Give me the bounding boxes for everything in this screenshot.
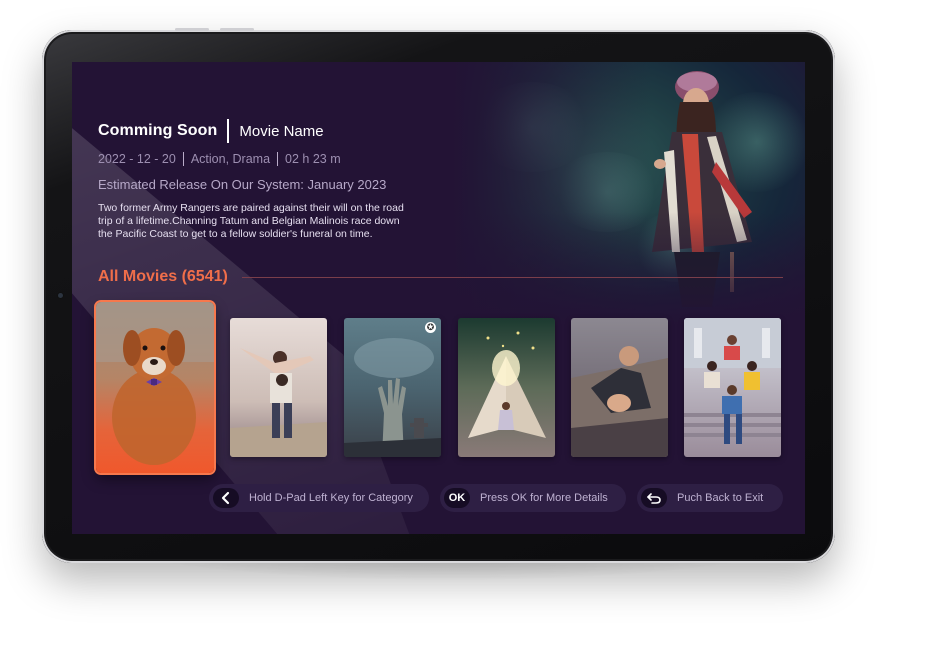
book-poster-image [458, 318, 555, 457]
volume-button-2 [220, 28, 254, 31]
couple-poster-image [230, 318, 327, 457]
climber-poster-image [571, 318, 668, 457]
poster-card-dog[interactable] [96, 302, 214, 473]
movie-description: Two former Army Rangers are paired again… [98, 202, 404, 240]
star-icon: ✪ [425, 322, 436, 333]
meta-divider [277, 152, 279, 166]
ok-key: OK [444, 488, 470, 508]
section-header: All Movies (6541) [98, 268, 783, 286]
camera-icon [58, 293, 63, 298]
poster-card-climber[interactable] [571, 318, 668, 457]
poster-card-book[interactable] [458, 318, 555, 457]
coming-soon-label: Comming Soon [98, 122, 218, 139]
estimated-release: Estimated Release On Our System: January… [98, 177, 387, 192]
hint-category: Hold D-Pad Left Key for Category [209, 484, 429, 512]
genres: Action, Drama [190, 152, 271, 166]
movie-meta-row: 2022 - 12 - 20 Action, Drama 02 h 23 m [98, 152, 341, 166]
back-arrow-icon [641, 488, 667, 508]
movie-name: Movie Name [239, 122, 324, 140]
hint-exit-label: Puch Back to Exit [677, 492, 764, 504]
chevron-left-icon [213, 488, 239, 508]
zombie-poster-image [344, 318, 441, 457]
release-date: 2022 - 12 - 20 [98, 152, 176, 166]
poster-card-friends[interactable] [684, 318, 781, 457]
friends-poster-image [684, 318, 781, 457]
hint-details: OK Press OK for More Details [440, 484, 626, 512]
hint-category-label: Hold D-Pad Left Key for Category [249, 492, 413, 504]
duration: 02 h 23 m [285, 152, 341, 166]
all-movies-title: All Movies (6541) [98, 268, 228, 285]
hint-exit: Puch Back to Exit [637, 484, 783, 512]
volume-button [175, 28, 209, 31]
poster-card-couple[interactable] [230, 318, 327, 457]
hero-title-row: Comming Soon Movie Name [98, 119, 324, 143]
hint-details-label: Press OK for More Details [480, 492, 608, 504]
tv-screen: Comming Soon Movie Name 2022 - 12 - 20 A… [72, 62, 805, 534]
poster-card-zombie[interactable]: ✪ [344, 318, 441, 457]
section-divider [241, 276, 783, 278]
title-divider [227, 119, 230, 143]
meta-divider [182, 152, 184, 166]
dog-poster-image [96, 302, 214, 473]
